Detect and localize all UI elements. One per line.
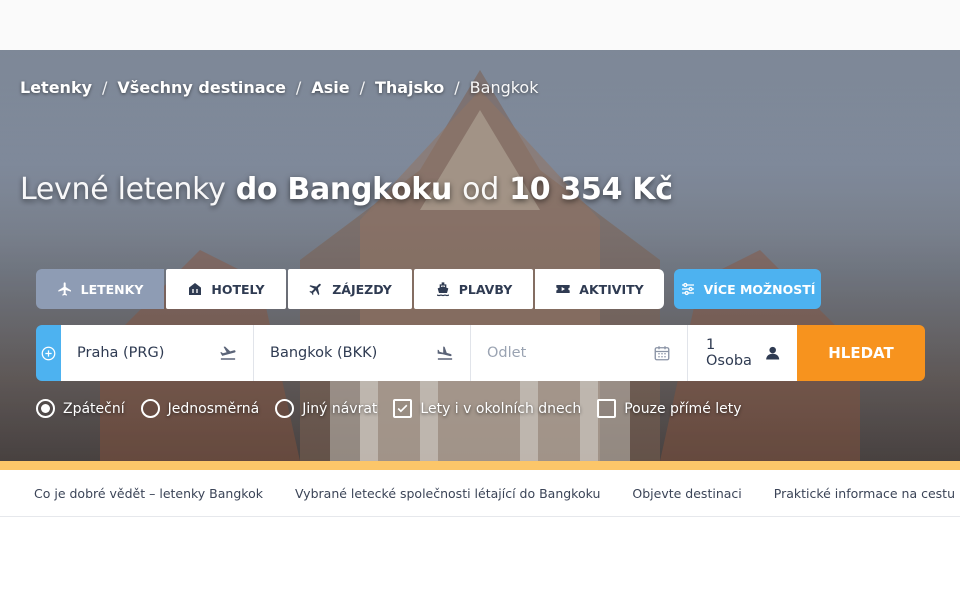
- plane-icon: [57, 282, 71, 296]
- origin-field[interactable]: Praha (PRG): [61, 325, 254, 381]
- option-label: Pouze přímé lety: [624, 400, 742, 417]
- option-label: Jiný návrat: [302, 400, 378, 417]
- passengers-value: 1 Osoba: [706, 337, 752, 369]
- checkbox-nearby-days[interactable]: [393, 399, 413, 418]
- title-from: od: [462, 172, 499, 207]
- subnav-link-airlines[interactable]: Vybrané letecké společnosti létající do …: [295, 486, 600, 501]
- user-icon: [765, 346, 779, 360]
- breadcrumb-separator: /: [359, 78, 365, 97]
- breadcrumb-current: Bangkok: [469, 78, 539, 97]
- plane-arrival-icon: [437, 346, 453, 360]
- tab-aktivity[interactable]: Aktivity: [535, 269, 664, 309]
- option-nearby-days[interactable]: Lety i v okolních dnech: [393, 399, 581, 418]
- plus-circle-icon: [41, 346, 56, 360]
- tab-label: Letenky: [80, 281, 144, 297]
- checkmark-icon: [397, 404, 408, 413]
- title-lead: Levné letenky: [20, 172, 226, 207]
- breadcrumb-link-letenky[interactable]: Letenky: [20, 78, 92, 97]
- accent-divider: [0, 461, 960, 470]
- radio-other-return[interactable]: [275, 399, 295, 418]
- destination-field[interactable]: Bangkok (BKK): [254, 325, 471, 381]
- option-return[interactable]: Zpáteční: [36, 399, 125, 418]
- option-label: Jednosměrná: [167, 400, 260, 417]
- checkbox-direct-only[interactable]: [597, 399, 617, 418]
- tab-hotely[interactable]: Hotely: [166, 269, 286, 309]
- subnav-link-practical-info[interactable]: Praktické informace na cestu: [774, 486, 955, 501]
- plane-departure-icon: [220, 346, 236, 360]
- subnav-link-discover[interactable]: Objevte destinaci: [632, 486, 741, 501]
- top-bar: [0, 0, 960, 50]
- section-navigation: Co je dobré vědět – letenky Bangkok Vybr…: [0, 470, 960, 517]
- breadcrumb-separator: /: [295, 78, 302, 97]
- option-label: Zpáteční: [63, 400, 125, 417]
- trip-options: Zpáteční Jednosměrná Jiný návrat Lety i …: [36, 399, 758, 418]
- passengers-field[interactable]: 1 Osoba: [688, 325, 797, 381]
- tab-label: Zájezdy: [332, 281, 392, 297]
- departure-date-placeholder: Odlet: [487, 345, 527, 361]
- tab-label: Plavby: [458, 281, 513, 297]
- tab-letenky[interactable]: Letenky: [36, 269, 164, 309]
- ticket-icon: [556, 285, 570, 293]
- tab-label: Aktivity: [579, 281, 644, 297]
- breadcrumb-link-thajsko[interactable]: Thajsko: [375, 78, 444, 97]
- search-button[interactable]: HLEDAT: [797, 325, 925, 381]
- breadcrumb-link-destinations[interactable]: Všechny destinace: [117, 78, 286, 97]
- breadcrumb-link-asie[interactable]: Asie: [311, 78, 349, 97]
- radio-oneway[interactable]: [140, 399, 160, 418]
- breadcrumb: Letenky / Všechny destinace / Asie / Tha…: [20, 78, 538, 97]
- add-route-button[interactable]: [36, 325, 61, 381]
- ship-icon: [436, 282, 449, 297]
- product-tabs: Letenky Hotely Zájezdy Plavby Aktivity V…: [36, 269, 821, 309]
- flight-search-form: Praha (PRG) Bangkok (BKK) Odlet 1 Osoba …: [36, 325, 925, 381]
- option-label: Lety i v okolních dnech: [420, 400, 582, 417]
- tab-zajezdy[interactable]: Zájezdy: [288, 269, 412, 309]
- hotel-icon: [189, 283, 202, 295]
- sliders-icon: [681, 282, 694, 296]
- origin-value: Praha (PRG): [77, 345, 165, 361]
- plane-icon: [309, 283, 322, 296]
- page-title: Levné letenky do Bangkoku od 10 354 Kč: [20, 172, 673, 207]
- destination-value: Bangkok (BKK): [270, 345, 378, 361]
- option-oneway[interactable]: Jednosměrná: [140, 399, 260, 418]
- breadcrumb-separator: /: [454, 78, 460, 97]
- title-destination: Bangkoku: [287, 172, 453, 207]
- breadcrumb-separator: /: [102, 78, 108, 97]
- more-options-button[interactable]: Více možností: [674, 269, 821, 309]
- title-do: do: [235, 172, 278, 207]
- tab-label: Hotely: [211, 281, 265, 297]
- option-other-return[interactable]: Jiný návrat: [275, 399, 377, 418]
- radio-return[interactable]: [36, 399, 55, 418]
- more-options-label: Více možností: [703, 281, 816, 297]
- hero-banner: Letenky / Všechny destinace / Asie / Tha…: [0, 50, 960, 461]
- subnav-link-good-to-know[interactable]: Co je dobré vědět – letenky Bangkok: [34, 486, 263, 501]
- title-price: 10 354 Kč: [509, 172, 673, 207]
- option-direct-only[interactable]: Pouze přímé lety: [597, 399, 742, 418]
- departure-date-field[interactable]: Odlet: [471, 325, 688, 381]
- tab-plavby[interactable]: Plavby: [414, 269, 533, 309]
- calendar-icon: [654, 346, 670, 361]
